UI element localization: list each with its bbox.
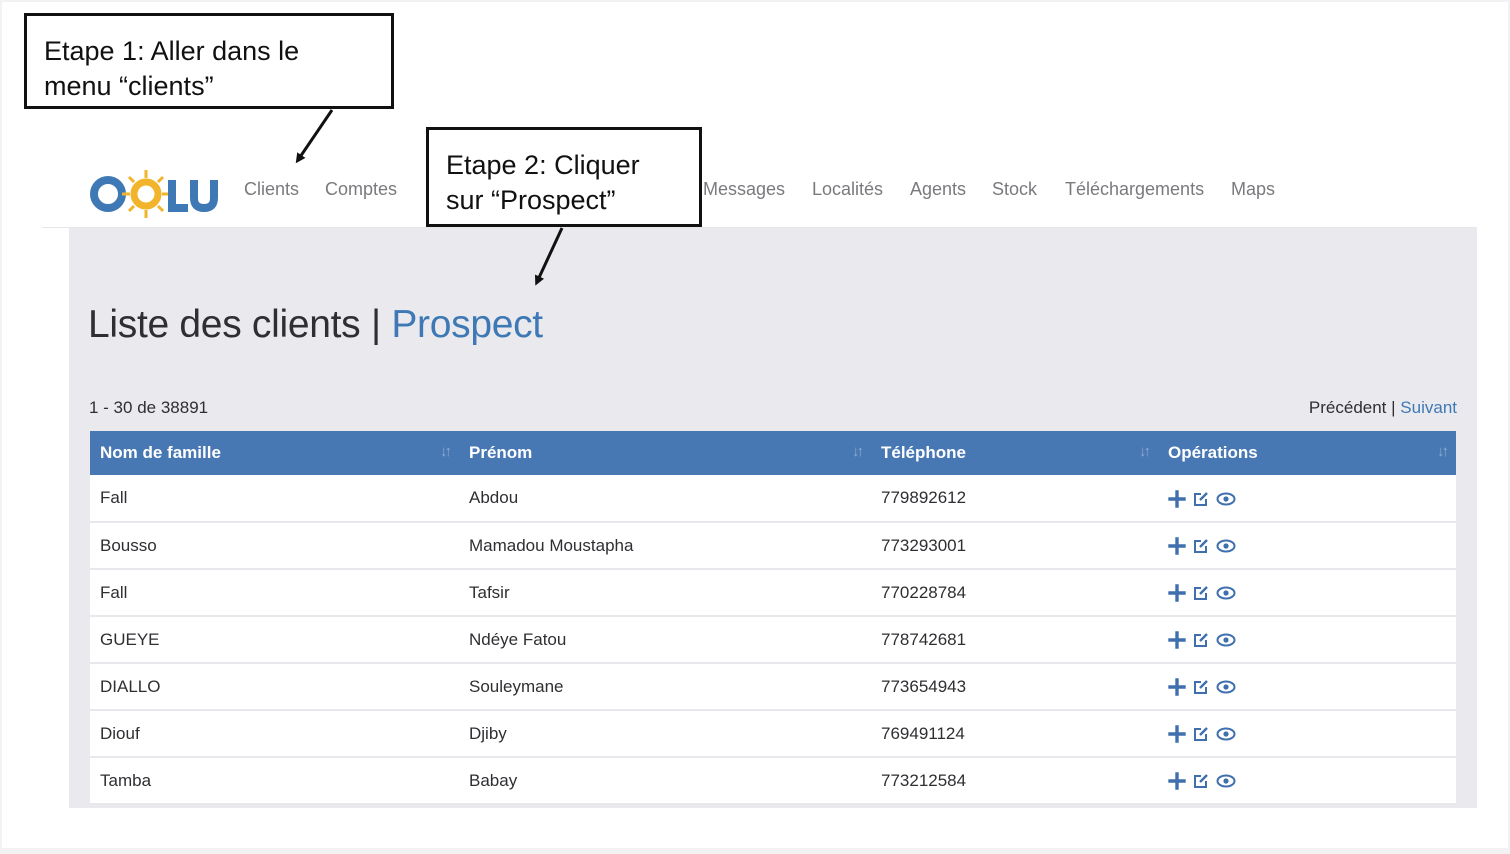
col-header-prenom[interactable]: Prénom ↓↑: [459, 431, 871, 475]
cell-prenom: Babay: [459, 757, 871, 805]
edit-icon[interactable]: [1192, 490, 1210, 508]
eye-icon[interactable]: [1216, 772, 1236, 790]
cell-operations: [1158, 757, 1456, 805]
cell-nom: Fall: [90, 475, 459, 523]
step2-callout: Etape 2: Cliquer sur “Prospect”: [426, 127, 702, 227]
cell-operations: [1158, 710, 1456, 758]
nav-maps[interactable]: Maps: [1231, 179, 1275, 200]
pager-separator: |: [1391, 398, 1396, 417]
table-row[interactable]: Diouf Djiby 769491124: [90, 710, 1456, 758]
sort-icon[interactable]: ↓↑: [440, 443, 452, 460]
cell-prenom: Abdou: [459, 475, 871, 523]
top-navbar: Clients Comptes Messages Localités Agent…: [42, 152, 1477, 228]
step2-line2: sur “Prospect”: [446, 185, 616, 215]
col-header-nom-label: Nom de famille: [100, 443, 221, 462]
step1-line2: menu “clients”: [44, 71, 214, 101]
col-header-operations-label: Opérations: [1168, 443, 1258, 462]
cell-operations: [1158, 522, 1456, 570]
result-count: 1 - 30 de 38891: [89, 398, 209, 417]
edit-icon[interactable]: [1192, 772, 1210, 790]
page-title-text: Liste des clients: [88, 303, 361, 346]
cell-prenom: Ndéye Fatou: [459, 616, 871, 664]
eye-icon[interactable]: [1216, 584, 1236, 602]
step2-line1: Etape 2: Cliquer: [446, 150, 640, 180]
clients-table: Nom de famille ↓↑ Prénom ↓↑ Téléphone ↓↑ Op…: [90, 431, 1456, 805]
edit-icon[interactable]: [1192, 678, 1210, 696]
next-link[interactable]: Suivant: [1400, 398, 1457, 417]
edit-icon[interactable]: [1192, 537, 1210, 555]
nav-stock[interactable]: Stock: [992, 179, 1037, 200]
cell-prenom: Tafsir: [459, 569, 871, 617]
cell-nom: Fall: [90, 569, 459, 617]
cell-nom: Tamba: [90, 757, 459, 805]
eye-icon[interactable]: [1216, 490, 1236, 508]
col-header-telephone[interactable]: Téléphone ↓↑: [871, 431, 1158, 475]
table-header-row: Nom de famille ↓↑ Prénom ↓↑ Téléphone ↓↑ Op…: [90, 431, 1456, 475]
previous-link[interactable]: Précédent: [1309, 398, 1387, 417]
cell-prenom: Djiby: [459, 710, 871, 758]
cell-telephone: 769491124: [871, 710, 1158, 758]
col-header-nom[interactable]: Nom de famille ↓↑: [90, 431, 459, 475]
col-header-operations[interactable]: Opérations ↓↑: [1158, 431, 1456, 475]
cell-telephone: 773654943: [871, 663, 1158, 711]
title-separator: |: [370, 303, 381, 346]
plus-icon[interactable]: [1168, 584, 1186, 602]
nav-clients[interactable]: Clients: [244, 179, 299, 200]
cell-telephone: 779892612: [871, 475, 1158, 523]
cell-telephone: 773212584: [871, 757, 1158, 805]
plus-icon[interactable]: [1168, 631, 1186, 649]
cell-operations: [1158, 616, 1456, 664]
nav-comptes[interactable]: Comptes: [325, 179, 397, 200]
col-header-telephone-label: Téléphone: [881, 443, 967, 462]
plus-icon[interactable]: [1168, 489, 1186, 508]
oolu-logo[interactable]: [88, 166, 218, 218]
sort-icon[interactable]: ↓↑: [1139, 443, 1151, 460]
nav-agents[interactable]: Agents: [910, 179, 966, 200]
step1-line1: Etape 1: Aller dans le: [44, 36, 300, 66]
cell-nom: GUEYE: [90, 616, 459, 664]
plus-icon[interactable]: [1168, 537, 1186, 555]
prospect-link[interactable]: Prospect: [391, 303, 543, 346]
edit-icon[interactable]: [1192, 631, 1210, 649]
table-row[interactable]: Bousso Mamadou Moustapha 773293001: [90, 522, 1456, 570]
col-header-prenom-label: Prénom: [469, 443, 533, 462]
table-row[interactable]: DIALLO Souleymane 773654943: [90, 663, 1456, 711]
tutorial-slide: Clients Comptes Messages Localités Agent…: [2, 2, 1508, 848]
table-row[interactable]: Fall Tafsir 770228784: [90, 569, 1456, 617]
cell-nom: Diouf: [90, 710, 459, 758]
table-row[interactable]: Fall Abdou 779892612: [90, 475, 1456, 523]
nav-localites[interactable]: Localités: [812, 179, 883, 200]
sort-icon[interactable]: ↓↑: [852, 443, 864, 460]
table-row[interactable]: Tamba Babay 773212584: [90, 757, 1456, 805]
eye-icon[interactable]: [1216, 537, 1236, 555]
sort-icon[interactable]: ↓↑: [1437, 443, 1449, 460]
edit-icon[interactable]: [1192, 725, 1210, 743]
eye-icon[interactable]: [1216, 631, 1236, 649]
cell-operations: [1158, 569, 1456, 617]
page-title: Liste des clients | Prospect: [88, 303, 543, 347]
plus-icon[interactable]: [1168, 678, 1186, 696]
plus-icon[interactable]: [1168, 725, 1186, 743]
step1-callout: Etape 1: Aller dans le menu “clients”: [24, 13, 394, 109]
cell-prenom: Souleymane: [459, 663, 871, 711]
edit-icon[interactable]: [1192, 584, 1210, 602]
plus-icon[interactable]: [1168, 772, 1186, 790]
nav-telechargements[interactable]: Téléchargements: [1065, 179, 1204, 200]
cell-telephone: 778742681: [871, 616, 1158, 664]
cell-telephone: 773293001: [871, 522, 1158, 570]
eye-icon[interactable]: [1216, 725, 1236, 743]
cell-nom: Bousso: [90, 522, 459, 570]
pagination: Précédent | Suivant: [1309, 398, 1457, 418]
cell-telephone: 770228784: [871, 569, 1158, 617]
table-body: Fall Abdou 779892612 Bousso Mamadou Moustaph…: [90, 475, 1456, 805]
table-row[interactable]: GUEYE Ndéye Fatou 778742681: [90, 616, 1456, 664]
cell-nom: DIALLO: [90, 663, 459, 711]
eye-icon[interactable]: [1216, 678, 1236, 696]
main-content: Liste des clients | Prospect 1 - 30 de 3…: [69, 228, 1477, 808]
cell-operations: [1158, 475, 1456, 523]
cell-prenom: Mamadou Moustapha: [459, 522, 871, 570]
nav-messages[interactable]: Messages: [703, 179, 785, 200]
cell-operations: [1158, 663, 1456, 711]
